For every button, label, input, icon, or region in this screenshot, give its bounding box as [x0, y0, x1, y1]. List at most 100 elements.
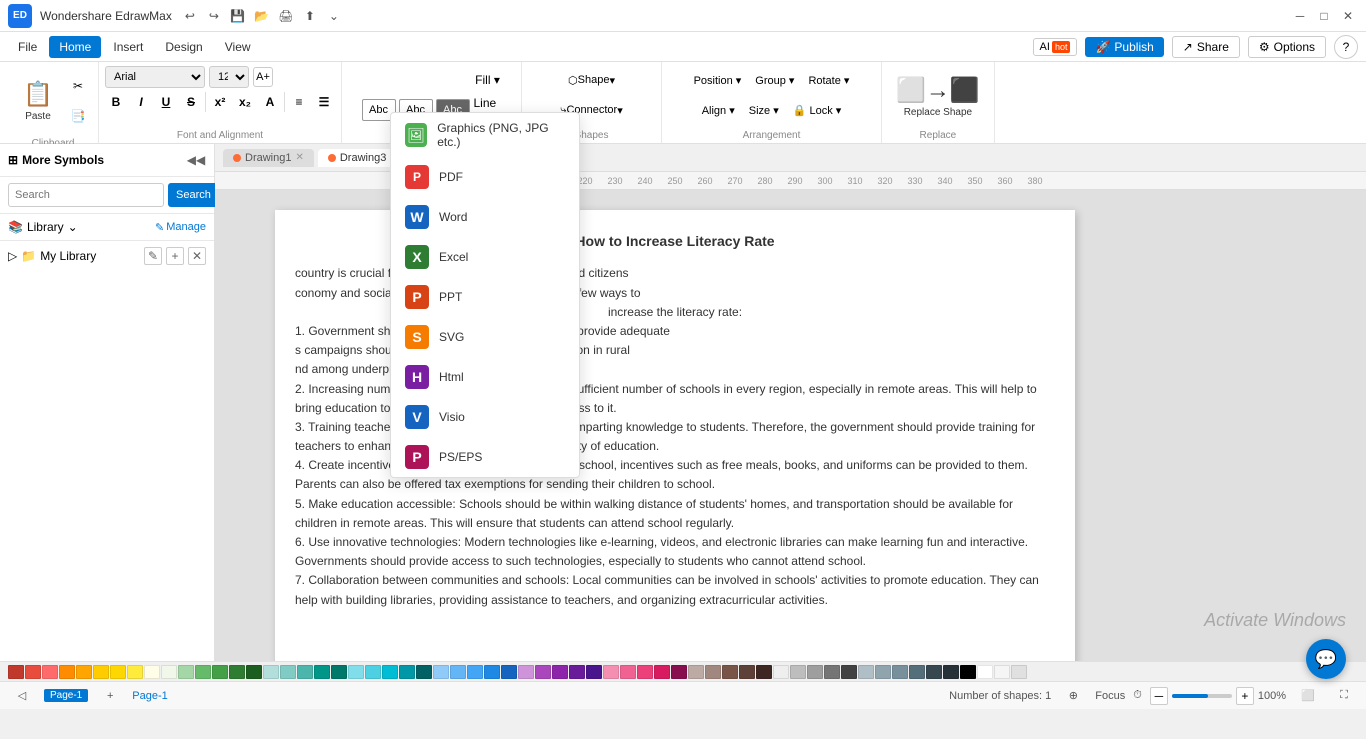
- color-swatch[interactable]: [841, 665, 857, 679]
- color-swatch[interactable]: [943, 665, 959, 679]
- fit-page-button[interactable]: ⬜: [1294, 682, 1322, 710]
- color-swatch[interactable]: [450, 665, 466, 679]
- line-spacing-button[interactable]: ≡: [288, 91, 310, 113]
- publish-button[interactable]: 🚀Publish: [1085, 37, 1163, 57]
- color-swatch[interactable]: [773, 665, 789, 679]
- export-html-item[interactable]: H Html: [391, 357, 579, 397]
- color-swatch[interactable]: [807, 665, 823, 679]
- color-swatch[interactable]: [858, 665, 874, 679]
- color-swatch[interactable]: [603, 665, 619, 679]
- lock-button[interactable]: 🔒 Lock ▾: [788, 96, 847, 124]
- color-swatch[interactable]: [552, 665, 568, 679]
- export-svg-item[interactable]: S SVG: [391, 317, 579, 357]
- color-swatch[interactable]: [246, 665, 262, 679]
- undo-button[interactable]: ↩: [180, 6, 200, 26]
- underline-button[interactable]: U: [155, 91, 177, 113]
- color-swatch[interactable]: [110, 665, 126, 679]
- tab-drawing3[interactable]: Drawing3: [318, 149, 396, 167]
- export-word-item[interactable]: W Word: [391, 197, 579, 237]
- color-swatch[interactable]: [926, 665, 942, 679]
- superscript-button[interactable]: x²: [209, 91, 231, 113]
- color-swatch[interactable]: [977, 665, 993, 679]
- export-button[interactable]: ⬆: [300, 6, 320, 26]
- minimize-button[interactable]: ─: [1290, 6, 1310, 26]
- menu-file[interactable]: File: [8, 36, 47, 58]
- close-button[interactable]: ✕: [1338, 6, 1358, 26]
- collapse-sidebar-button[interactable]: ◀◀: [186, 150, 206, 170]
- zoom-in-button[interactable]: +: [1236, 687, 1254, 705]
- pointer-tool[interactable]: ◁: [8, 682, 36, 710]
- help-button[interactable]: ?: [1334, 35, 1358, 59]
- export-visio-item[interactable]: V Visio: [391, 397, 579, 437]
- color-swatch[interactable]: [297, 665, 313, 679]
- menu-design[interactable]: Design: [155, 36, 212, 58]
- position-button[interactable]: Position ▾: [689, 66, 747, 94]
- replace-shape-button[interactable]: ⬜→⬛ Replace Shape: [888, 66, 988, 128]
- color-swatch[interactable]: [314, 665, 330, 679]
- fullscreen-button[interactable]: ⛶: [1330, 682, 1358, 710]
- color-swatch[interactable]: [824, 665, 840, 679]
- color-swatch[interactable]: [93, 665, 109, 679]
- my-library-close-button[interactable]: ✕: [188, 247, 206, 265]
- color-swatch[interactable]: [705, 665, 721, 679]
- color-swatch[interactable]: [25, 665, 41, 679]
- color-swatch[interactable]: [722, 665, 738, 679]
- color-swatch[interactable]: [960, 665, 976, 679]
- fill-button[interactable]: Fill ▾: [474, 66, 502, 94]
- color-swatch[interactable]: [76, 665, 92, 679]
- zoom-out-button[interactable]: ─: [1150, 687, 1168, 705]
- align-button[interactable]: Align ▾: [697, 96, 740, 124]
- print-button[interactable]: 🖨: [276, 6, 296, 26]
- color-swatch[interactable]: [161, 665, 177, 679]
- export-ppt-item[interactable]: P PPT: [391, 277, 579, 317]
- export-excel-item[interactable]: X Excel: [391, 237, 579, 277]
- search-input[interactable]: [8, 183, 164, 207]
- color-swatch[interactable]: [416, 665, 432, 679]
- tab-drawing1[interactable]: Drawing1 ✕: [223, 149, 314, 167]
- color-swatch[interactable]: [195, 665, 211, 679]
- color-swatch[interactable]: [365, 665, 381, 679]
- export-pseps-item[interactable]: P PS/EPS: [391, 437, 579, 477]
- options-button[interactable]: ⚙Options: [1248, 36, 1326, 58]
- zoom-slider[interactable]: [1172, 694, 1232, 698]
- more-button[interactable]: ⌄: [324, 6, 344, 26]
- color-swatch[interactable]: [620, 665, 636, 679]
- menu-home[interactable]: Home: [49, 36, 101, 58]
- color-swatch[interactable]: [688, 665, 704, 679]
- font-grow-button[interactable]: A+: [253, 67, 273, 87]
- color-swatch[interactable]: [892, 665, 908, 679]
- cut-button[interactable]: ✂: [64, 72, 92, 100]
- color-swatch[interactable]: [399, 665, 415, 679]
- share-button[interactable]: ↗Share: [1172, 36, 1240, 58]
- color-swatch[interactable]: [382, 665, 398, 679]
- color-swatch[interactable]: [280, 665, 296, 679]
- color-swatch[interactable]: [875, 665, 891, 679]
- my-library-edit-button[interactable]: ✎: [144, 247, 162, 265]
- color-swatch[interactable]: [212, 665, 228, 679]
- export-graphics-item[interactable]: 🖼 Graphics (PNG, JPG etc.): [391, 113, 579, 157]
- redo-button[interactable]: ↪: [204, 6, 224, 26]
- color-swatch[interactable]: [501, 665, 517, 679]
- chat-button[interactable]: 💬: [1306, 639, 1346, 679]
- search-button[interactable]: Search: [168, 183, 219, 207]
- color-swatch[interactable]: [484, 665, 500, 679]
- italic-button[interactable]: I: [130, 91, 152, 113]
- color-swatch[interactable]: [348, 665, 364, 679]
- color-swatch[interactable]: [739, 665, 755, 679]
- strikethrough-button[interactable]: S: [180, 91, 202, 113]
- open-button[interactable]: 📂: [252, 6, 272, 26]
- color-swatch[interactable]: [433, 665, 449, 679]
- export-pdf-item[interactable]: P PDF: [391, 157, 579, 197]
- maximize-button[interactable]: □: [1314, 6, 1334, 26]
- bold-button[interactable]: B: [105, 91, 127, 113]
- font-size-select[interactable]: 12: [209, 66, 249, 88]
- color-swatch[interactable]: [790, 665, 806, 679]
- color-swatch[interactable]: [331, 665, 347, 679]
- more-symbols-toggle[interactable]: ⊞ More Symbols: [8, 153, 104, 167]
- color-swatch[interactable]: [42, 665, 58, 679]
- color-swatch[interactable]: [756, 665, 772, 679]
- color-swatch[interactable]: [637, 665, 653, 679]
- group-button[interactable]: Group ▾: [750, 66, 799, 94]
- text-format-button[interactable]: A: [259, 91, 281, 113]
- color-swatch[interactable]: [144, 665, 160, 679]
